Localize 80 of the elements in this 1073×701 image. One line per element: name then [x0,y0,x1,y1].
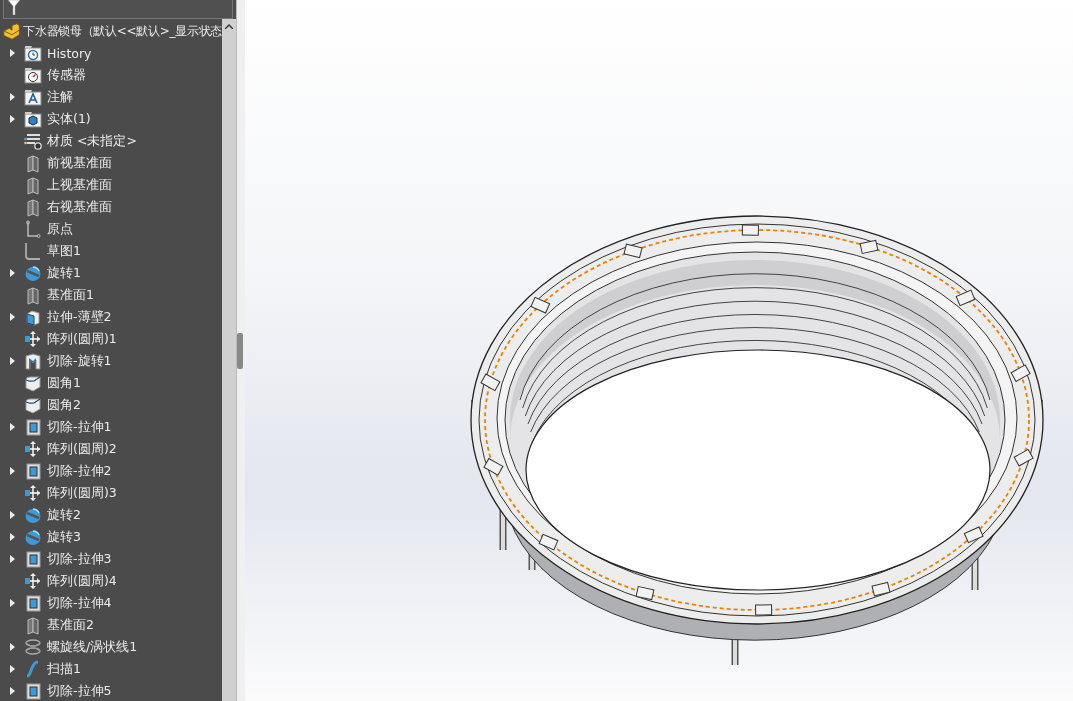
expand-arrow-icon[interactable] [9,687,15,695]
pattern-arrows-icon [24,483,42,503]
fillet-cube-icon [24,373,42,393]
folder-cube-icon [24,109,42,129]
helix-icon [24,637,42,657]
expand-arrow-icon[interactable] [9,49,15,57]
pattern-arrows-icon [24,329,42,349]
tree-item-label[interactable]: 切除-拉伸2 [47,462,112,480]
revolve-icon [24,505,42,525]
cut-revolve-icon [24,351,42,371]
tree-item-label[interactable]: 基准面1 [47,286,94,304]
tree-item-label[interactable]: 扫描1 [47,660,81,678]
tree-item-label[interactable]: 拉伸-薄壁2 [47,308,112,326]
fillet-cube-icon [24,395,42,415]
splitter-handle[interactable] [237,332,243,369]
origin-axes-icon [24,219,42,239]
expand-arrow-icon[interactable] [9,357,15,365]
tree-item-label[interactable]: 旋转1 [47,264,81,282]
tree-item-label[interactable]: 切除-拉伸4 [47,594,112,612]
expand-arrow-icon[interactable] [9,533,15,541]
revolve-icon [24,527,42,547]
extrude-cube-icon [24,307,42,327]
tree-item-label[interactable]: 实体(1) [47,110,91,128]
tree-item-label[interactable]: 切除-旋转1 [47,352,112,370]
tree-item-label[interactable]: 旋转2 [47,506,81,524]
tree-item-label[interactable]: 传感器 [47,66,86,84]
tree-item-label[interactable]: 螺旋线/涡状线1 [47,638,138,656]
expand-arrow-icon[interactable] [9,665,15,673]
scrollbar[interactable] [222,19,236,701]
tree-item-label[interactable]: 切除-拉伸1 [47,418,112,436]
pattern-arrows-icon [24,571,42,591]
expand-arrow-icon[interactable] [9,467,15,475]
expand-arrow-icon[interactable] [9,511,15,519]
expand-arrow-icon[interactable] [9,115,15,123]
expand-arrow-icon[interactable] [9,599,15,607]
part-name[interactable]: 下水器锁母（默认<<默认>_显示状态 [23,22,222,40]
list-gear-icon [24,131,42,151]
expand-arrow-icon[interactable] [9,423,15,431]
tree-item-label[interactable]: 材质 <未指定> [47,132,137,150]
plane-icon [24,197,42,217]
tree-item-label[interactable]: 前视基准面 [47,154,112,172]
tree-item-label[interactable]: 切除-拉伸5 [47,682,112,700]
tree-item-label[interactable]: 圆角1 [47,374,81,392]
tree-item-label[interactable]: 草图1 [47,242,81,260]
plane-icon [24,153,42,173]
cut-extrude-icon [24,417,42,437]
folder-clock-icon [24,43,42,63]
tree-item-label[interactable]: 阵列(圆周)3 [47,484,117,502]
plane-icon [24,175,42,195]
tree-item-label[interactable]: 阵列(圆周)2 [47,440,117,458]
tree-item-label[interactable]: 右视基准面 [47,198,112,216]
plane-icon [24,615,42,635]
tree-item-label[interactable]: 圆角2 [47,396,81,414]
cut-extrude-icon [24,681,42,701]
tree-item-label[interactable]: 注解 [47,88,73,106]
tree-item-label[interactable]: 阵列(圆周)1 [47,330,117,348]
tree-item-label[interactable]: 上视基准面 [47,176,112,194]
scroll-up-icon[interactable] [225,24,233,29]
pattern-arrows-icon [24,439,42,459]
expand-arrow-icon[interactable] [9,313,15,321]
expand-arrow-icon[interactable] [9,93,15,101]
cut-extrude-icon [24,461,42,481]
tree-item-label[interactable]: 旋转3 [47,528,81,546]
tree-item-label[interactable]: 切除-拉伸3 [47,550,112,568]
cut-extrude-icon [24,549,42,569]
expand-arrow-icon[interactable] [9,643,15,651]
sketch-icon [24,241,42,261]
revolve-icon [24,263,42,283]
folder-letter-icon [24,87,42,107]
tree-item-label[interactable]: 原点 [47,220,73,238]
cut-extrude-icon [24,593,42,613]
folder-gauge-icon [24,65,42,85]
expand-arrow-icon[interactable] [9,555,15,563]
tree-item-label[interactable]: 基准面2 [47,616,94,634]
filter-icon[interactable] [8,0,20,15]
expand-arrow-icon[interactable] [9,269,15,277]
tree-item-label[interactable]: 阵列(圆周)4 [47,572,117,590]
plane-icon [24,285,42,305]
part-icon [2,21,21,41]
tree-item-label[interactable]: History [47,45,92,61]
